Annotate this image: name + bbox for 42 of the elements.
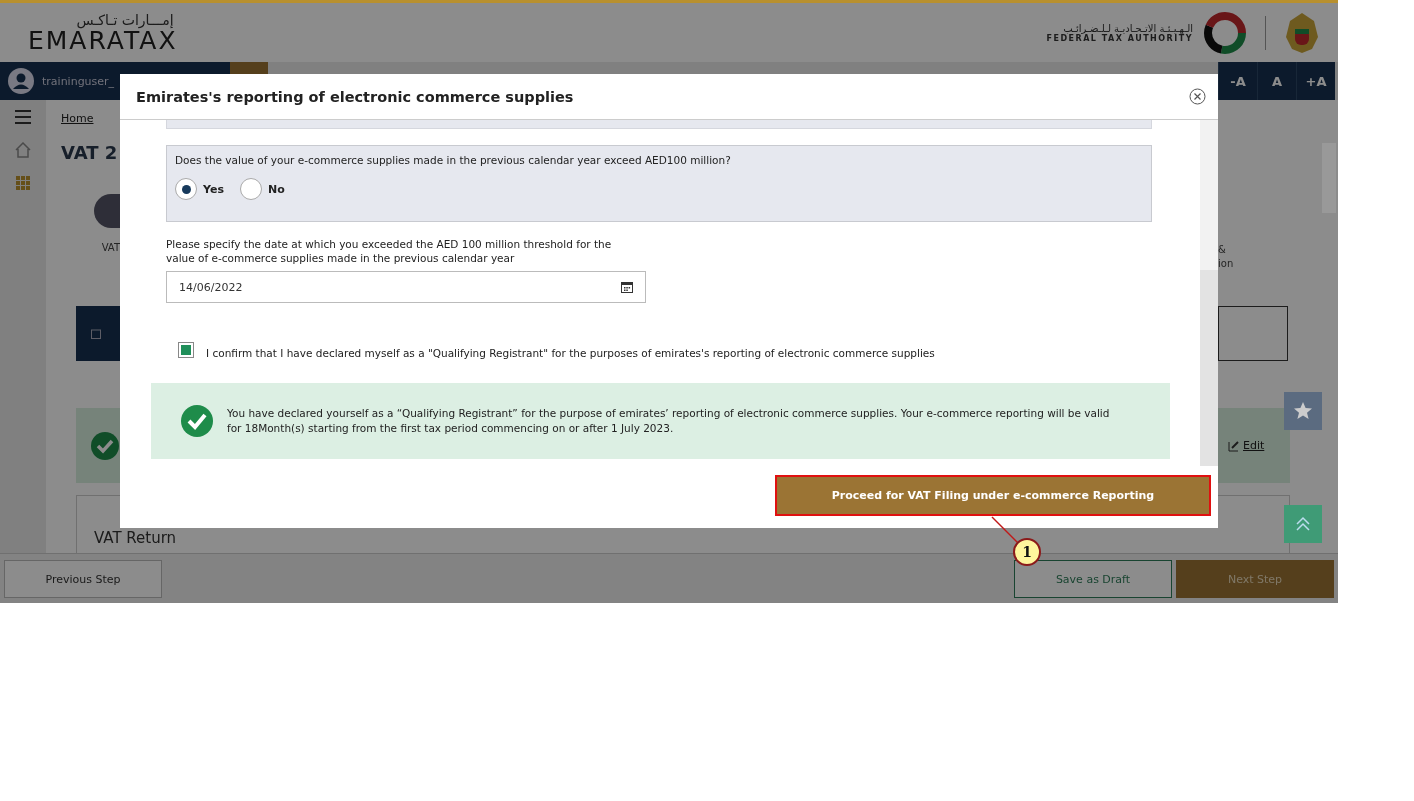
grid-icon[interactable]	[16, 176, 30, 190]
authority-text: FEDERAL TAX AUTHORITY	[1046, 33, 1193, 43]
info-card	[1218, 306, 1288, 361]
authority-arabic-text: الـهـيـئـة الاتـحـاديـة لـلـضـرائـب	[1063, 22, 1193, 34]
username: traininguser_	[42, 74, 115, 88]
avatar-icon[interactable]	[8, 68, 34, 94]
home-icon[interactable]	[15, 142, 31, 158]
breadcrumb-link[interactable]: Home	[61, 112, 94, 125]
edit-link[interactable]: Edit	[1243, 439, 1265, 452]
ring-logo-icon	[1203, 10, 1247, 55]
logo-text: EMARATAX	[28, 28, 178, 53]
logo-arabic-text: إمـــارات تـاكـس	[76, 12, 174, 28]
section-title: VAT Return	[94, 529, 177, 547]
favorite-button[interactable]	[1284, 392, 1322, 430]
option-label: No	[267, 182, 285, 196]
proceed-button[interactable]: Proceed for VAT Filing under e-commerce Reporting	[775, 475, 1211, 516]
dialog-title: Emirates's reporting of electronic commerce supplies	[136, 88, 574, 105]
confirm-checkbox[interactable]	[178, 342, 194, 359]
edit-icon[interactable]	[1228, 439, 1240, 452]
leader-line	[990, 515, 1020, 545]
star-icon	[1293, 401, 1313, 421]
radio-button[interactable]	[175, 178, 197, 200]
radio-button[interactable]	[239, 178, 262, 200]
previous-step-button[interactable]: Previous Step	[4, 560, 162, 598]
calendar-icon[interactable]	[621, 281, 633, 294]
step-label: & ion	[1218, 243, 1235, 271]
step-label: VAT	[101, 242, 120, 253]
calendar-icon	[91, 328, 101, 339]
close-button[interactable]	[1189, 88, 1206, 105]
check-circle-icon	[181, 405, 213, 438]
question-text: Does the value of your e-commerce supplies made in the previous calendar year exceed AED100 million?	[175, 154, 732, 166]
confirm-text: I confirm that I have declared myself as a "Qualifying Registrant" for the purposes of emirates's reporting of electronic commerce supplies	[206, 347, 935, 360]
notice-text: You have declared yourself as a “Qualifying Registrant” for the purpose of emirates’ reporting of electronic commerce supplies. Your e-commerce reporting will be valid for 18Month(s) starting from the first tax period commencing on or after 1 July 2023.	[227, 406, 1111, 437]
menu-icon[interactable]	[15, 110, 31, 124]
date-field[interactable]: 14/06/2022	[166, 271, 646, 304]
field-label: Please specify the date at which you exceeded the AED 100 million threshold for the value of e-commerce supplies made in the previous calendar year	[166, 238, 613, 266]
emblem-icon	[1284, 10, 1320, 55]
double-chevron-up-icon	[1295, 516, 1311, 532]
option-label: Yes	[203, 182, 224, 196]
save-draft-button[interactable]: Save as Draft	[1014, 560, 1172, 598]
scrollbar-thumb[interactable]	[1200, 270, 1218, 466]
page-title: VAT 2	[61, 142, 118, 163]
